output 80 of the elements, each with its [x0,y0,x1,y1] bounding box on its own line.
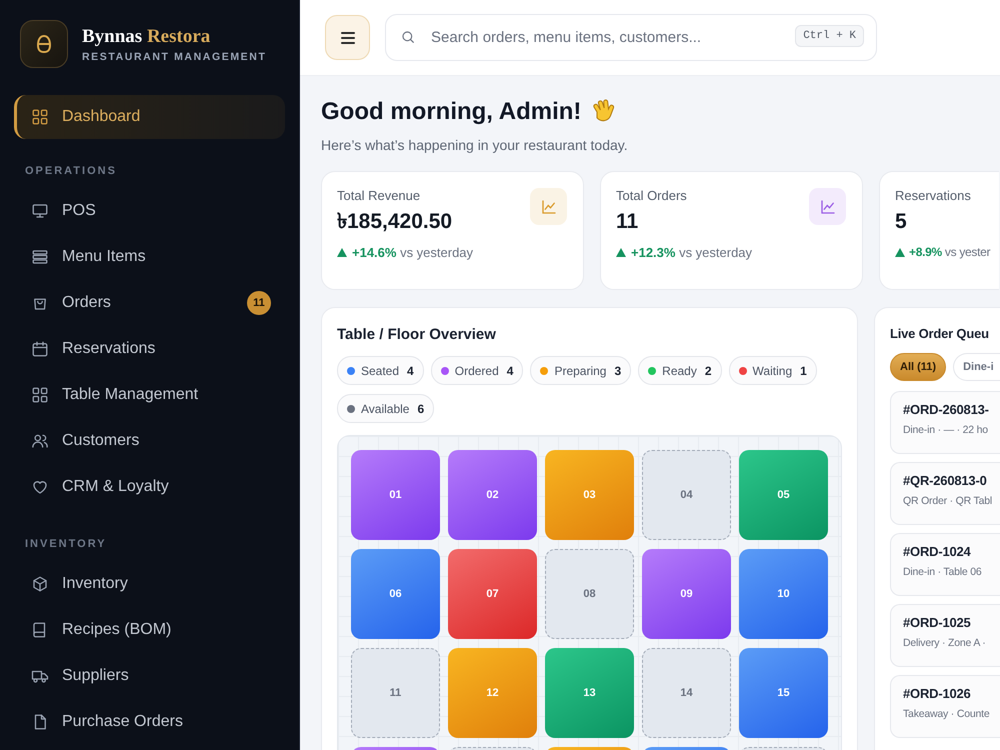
logo-icon [20,20,68,68]
nav-item[interactable]: Suppliers [14,654,285,698]
table-tile[interactable]: 10 [739,549,828,639]
nav-item[interactable]: Orders 11 [14,281,285,325]
table-tile[interactable]: 04 [642,450,731,540]
search-icon [400,29,416,45]
stat-change: +14.6% vs yesterday [352,245,474,260]
grid-icon [31,108,49,126]
section-label: OPERATIONS [24,164,118,179]
filter-tab[interactable]: Dine-i [953,353,1000,381]
nav-item[interactable]: Menu Items [14,235,285,279]
order-id: #ORD-1025 [903,615,972,630]
filter-tab[interactable]: All (11) [890,353,946,381]
nav-item[interactable]: Inventory [14,562,285,606]
status-chip[interactable]: Waiting 1 [728,356,817,385]
nav-item[interactable]: POS [14,189,285,233]
order-details: Takeaway · Counte [903,708,990,720]
status-chip[interactable]: Ordered 4 [430,356,524,385]
order-id: #ORD-1026 [903,686,972,701]
nav-item[interactable]: Dashboard [14,95,285,139]
stat-value: ৳185,420.50 [337,209,454,235]
list-icon [31,248,49,266]
order-details: Dine-in · — · 22 ho [903,424,989,436]
nav-item[interactable]: CRM & Loyalty [14,465,285,509]
order-card[interactable]: #ORD-1024 Dine-in · Table 06 [890,533,1000,596]
stat-title: Total Revenue [337,188,422,203]
order-id: #ORD-1024 [903,544,972,559]
status-chip[interactable]: Seated 4 [337,356,424,385]
grid-icon [31,386,49,404]
greeting-subtitle: Here’s what’s happening in your restaurant today. [321,137,629,153]
brand-name: Bynnas Restora [82,26,212,48]
order-card[interactable]: #ORD-1025 Delivery · Zone A · [890,604,1000,667]
trend-up-icon [337,248,347,257]
order-card[interactable]: #QR-260813-0 QR Order · QR Tabl [890,462,1000,525]
table-tile[interactable]: 01 [351,450,440,540]
table-tile[interactable]: 07 [448,549,537,639]
stat-value: 5 [895,209,908,235]
menu-button[interactable] [325,15,370,60]
users-icon [31,432,49,450]
stat-value: 11 [616,209,640,235]
order-card[interactable]: #ORD-1026 Takeaway · Counte [890,675,1000,738]
order-card[interactable]: #ORD-260813- Dine-in · — · 22 ho [890,391,1000,454]
count-badge: 11 [247,291,271,315]
status-chip[interactable]: Ready 2 [638,356,722,385]
panel-title: Live Order Queu [890,326,990,341]
table-tile[interactable]: 15 [739,648,828,738]
brand-tagline: RESTAURANT MANAGEMENT [82,50,266,62]
nav-item[interactable]: Table Management [14,373,285,417]
nav-item[interactable]: Purchase Orders [14,700,285,744]
order-id: #QR-260813-0 [903,473,988,488]
order-details: Dine-in · Table 06 [903,566,983,578]
table-tile[interactable]: 09 [642,549,731,639]
table-tile[interactable]: 06 [351,549,440,639]
stat-change: +8.9% vs yester [909,245,990,259]
status-chip[interactable]: Preparing 3 [530,356,632,385]
nav-item[interactable]: Recipes (BOM) [14,608,285,652]
order-id: #ORD-260813- [903,402,990,417]
greeting-title: Good morning, Admin! [321,98,582,126]
order-details: Delivery · Zone A · [903,637,987,649]
box-icon [31,575,49,593]
nav-item[interactable]: Customers [14,419,285,463]
trend-up-icon [895,248,905,256]
trend-up-icon [616,248,626,257]
table-tile[interactable]: 14 [642,648,731,738]
calendar-icon [31,340,49,358]
shortcut-hint: Ctrl + K [795,25,864,47]
heart-icon [31,478,49,496]
table-tile[interactable]: 02 [448,450,537,540]
stat-change: +12.3% vs yesterday [631,245,752,260]
status-chip[interactable]: Available 6 [337,394,434,423]
stat-title: Total Orders [616,188,688,203]
stat-title: Reservations [895,188,972,203]
table-tile[interactable]: 11 [351,648,440,738]
section-label: INVENTORY [24,537,108,552]
nav-item[interactable]: Reservations [14,327,285,371]
menu-icon [340,30,356,44]
monitor-icon [31,202,49,220]
table-tile[interactable]: 08 [545,549,634,639]
order-details: QR Order · QR Tabl [903,495,993,507]
panel-title: Table / Floor Overview [337,326,497,343]
